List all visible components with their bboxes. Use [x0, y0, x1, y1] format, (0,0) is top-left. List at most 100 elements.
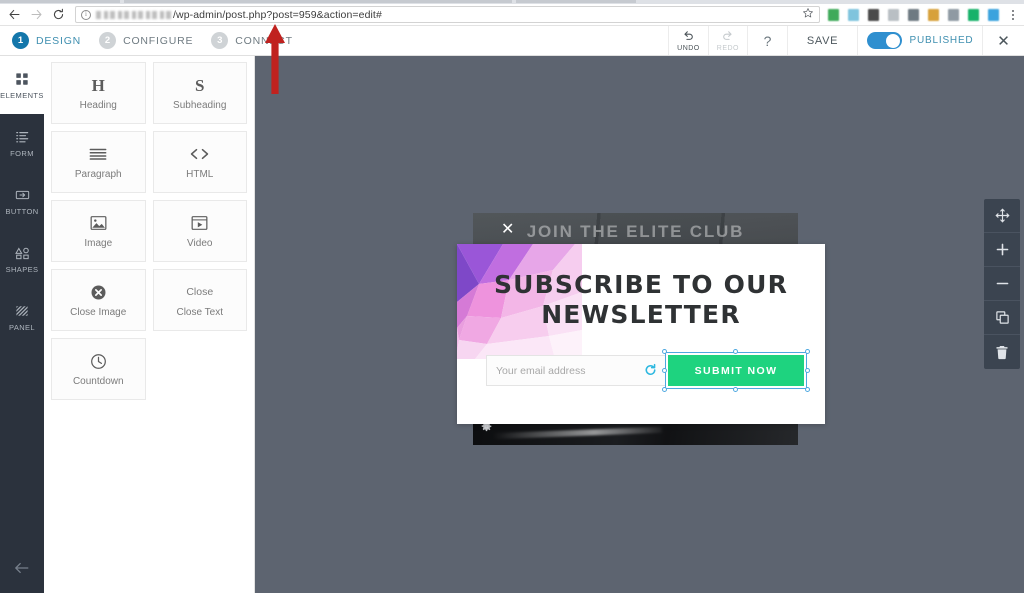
url-path: /wp-admin/post.php?post=959&action=edit# — [173, 8, 382, 21]
duplicate-tool[interactable] — [984, 301, 1020, 335]
address-bar[interactable]: i /wp-admin/post.php?post=959&action=edi… — [75, 6, 820, 23]
resize-handle-e[interactable] — [805, 367, 810, 373]
extension-icon[interactable] — [944, 5, 963, 24]
step-configure[interactable]: 2 CONFIGURE — [95, 32, 207, 49]
delete-tool[interactable] — [984, 335, 1020, 369]
resize-handle-w[interactable] — [662, 367, 667, 373]
element-palette: H Heading S Subheading Paragraph HTML Im… — [44, 56, 255, 593]
extension-icon[interactable] — [924, 5, 943, 24]
wizard-steps: 1 DESIGN 2 CONFIGURE 3 CONNECT — [0, 26, 307, 55]
extension-icon[interactable] — [884, 5, 903, 24]
extensions-strip — [824, 5, 1024, 25]
palette-card-countdown[interactable]: Countdown — [51, 338, 146, 400]
save-button[interactable]: SAVE — [787, 26, 857, 55]
rail-label: ELEMENTS — [0, 91, 44, 100]
extension-icon[interactable] — [864, 5, 883, 24]
toggle-knob — [886, 33, 901, 48]
palette-card-heading[interactable]: H Heading — [51, 62, 146, 124]
palette-card-label: Image — [84, 238, 113, 249]
palette-card-label: Close Image — [70, 307, 127, 318]
rail-item-button[interactable]: BUTTON — [0, 172, 44, 230]
app-root: i /wp-admin/post.php?post=959&action=edi… — [0, 0, 1024, 593]
step-label: CONFIGURE — [123, 34, 194, 47]
email-input[interactable]: Your email address — [486, 355, 666, 386]
submit-button[interactable]: SUBMIT NOW — [668, 355, 804, 386]
letter-h-icon: H — [91, 75, 105, 95]
resize-handle-nw[interactable] — [662, 349, 667, 354]
step-connect[interactable]: 3 CONNECT — [207, 32, 307, 49]
palette-card-video[interactable]: Video — [152, 200, 247, 262]
header-actions: UNDO REDO ? SAVE PUBLISHED ✕ — [668, 26, 1024, 55]
button-icon — [15, 186, 30, 203]
redo-button[interactable]: REDO — [707, 26, 747, 55]
left-rail: ELEMENTS FORM BUTTON SHAPES PANEL — [0, 56, 44, 593]
palette-card-label: Subheading — [173, 100, 227, 111]
rail-label: PANEL — [8, 323, 36, 332]
zoom-out-tool[interactable] — [984, 267, 1020, 301]
reload-icon[interactable] — [47, 4, 69, 26]
rail-label: FORM — [10, 149, 34, 158]
form-icon — [15, 128, 29, 145]
extension-icon[interactable] — [824, 5, 843, 24]
palette-card-label: Paragraph — [74, 169, 122, 180]
star-icon[interactable] — [798, 6, 814, 24]
paragraph-icon — [89, 144, 107, 164]
editing-popup[interactable]: SUBSCRIBE TO OUR NEWSLETTER Your email a… — [457, 244, 825, 424]
rail-item-shapes[interactable]: SHAPES — [0, 230, 44, 288]
palette-card-close-image[interactable]: Close Image — [51, 269, 146, 331]
grid-icon — [15, 70, 29, 87]
image-icon — [90, 213, 107, 233]
palette-card-label: Video — [187, 238, 213, 249]
background-popup-close-icon[interactable]: ✕ — [501, 222, 514, 238]
step-number: 3 — [211, 32, 229, 49]
shapes-icon — [14, 244, 30, 261]
resize-handle-ne[interactable] — [805, 349, 810, 354]
close-circle-icon — [90, 282, 107, 302]
back-arrow-icon[interactable] — [3, 4, 25, 26]
site-info-icon[interactable]: i — [81, 9, 91, 20]
design-canvas[interactable]: JOIN THE ELITE CLUB ✕ SUBSCRIBE TO OUR N… — [255, 56, 1024, 593]
palette-card-label: Countdown — [72, 376, 124, 387]
resize-handle-se[interactable] — [805, 387, 810, 392]
email-placeholder: Your email address — [496, 364, 586, 377]
toggle-track[interactable] — [866, 32, 902, 49]
save-label: SAVE — [806, 34, 839, 47]
rail-back-arrow-icon[interactable] — [0, 557, 44, 579]
publish-label: PUBLISHED — [909, 35, 974, 46]
resize-handle-sw[interactable] — [662, 387, 667, 392]
close-editor-button[interactable]: ✕ — [982, 26, 1024, 55]
rail-item-elements[interactable]: ELEMENTS — [0, 56, 44, 114]
undo-icon — [682, 29, 695, 44]
rail-item-form[interactable]: FORM — [0, 114, 44, 172]
browser-tab[interactable] — [124, 0, 512, 3]
palette-card-html[interactable]: HTML — [152, 131, 247, 193]
palette-card-close-text[interactable]: Close Close Text — [152, 269, 247, 331]
forward-arrow-icon[interactable] — [25, 4, 47, 26]
resize-handle-s[interactable] — [733, 387, 738, 392]
resize-handle-n[interactable] — [733, 349, 738, 354]
help-button[interactable]: ? — [747, 26, 787, 55]
palette-card-subheading[interactable]: S Subheading — [152, 62, 247, 124]
header-spacer — [307, 26, 668, 55]
step-label: DESIGN — [36, 34, 82, 47]
palette-card-paragraph[interactable]: Paragraph — [51, 131, 146, 193]
step-number: 1 — [12, 32, 29, 49]
move-tool[interactable] — [984, 199, 1020, 233]
palette-card-image[interactable]: Image — [51, 200, 146, 262]
publish-toggle[interactable]: PUBLISHED — [857, 26, 982, 55]
annotation-arrow — [265, 24, 285, 94]
extension-icon[interactable] — [984, 5, 1003, 24]
step-design[interactable]: 1 DESIGN — [8, 32, 95, 49]
rail-item-panel[interactable]: PANEL — [0, 288, 44, 346]
extension-icon[interactable] — [904, 5, 923, 24]
extension-icon[interactable] — [964, 5, 983, 24]
undo-button[interactable]: UNDO — [668, 26, 708, 55]
extension-icon[interactable] — [844, 5, 863, 24]
popup-title: SUBSCRIBE TO OUR NEWSLETTER — [493, 270, 789, 329]
palette-grid: H Heading S Subheading Paragraph HTML Im… — [51, 62, 247, 400]
zoom-in-tool[interactable] — [984, 233, 1020, 267]
kebab-menu-icon[interactable] — [1004, 5, 1022, 25]
palette-card-label: HTML — [186, 169, 214, 180]
refresh-captcha-icon[interactable] — [644, 363, 657, 378]
browser-tab[interactable] — [516, 0, 636, 3]
